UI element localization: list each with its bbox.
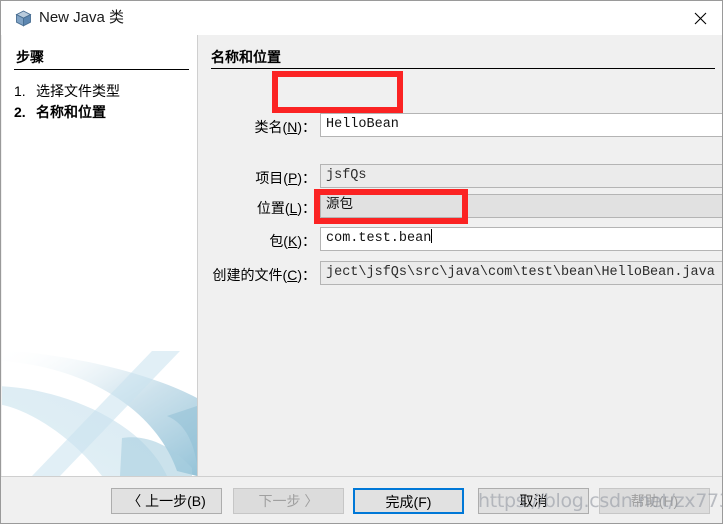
steps-heading-rule — [14, 69, 189, 70]
dialog-footer: 〈 上一步(B) 下一步 〉 完成(F) 取消 帮助(H) — [1, 477, 722, 523]
project-field: jsfQs — [320, 164, 722, 188]
step-label: 选择文件类型 — [36, 83, 120, 99]
back-button[interactable]: 〈 上一步(B) — [111, 488, 222, 514]
sidebar-step-name-and-location: 2. 名称和位置 — [14, 102, 106, 122]
decorative-swoosh-graphic — [2, 350, 197, 476]
project-label-wrap: 项目(P)： — [198, 168, 316, 188]
package-label: 包(K)： — [269, 233, 316, 249]
page-title-rule — [211, 68, 715, 69]
steps-sidebar: 步骤 1. 选择文件类型 2. 名称和位置 — [2, 35, 197, 476]
created-file-field: ject\jsfQs\src\java\com\test\bean\HelloB… — [320, 261, 722, 285]
window-title: New Java 类 — [39, 9, 125, 26]
finish-button[interactable]: 完成(F) — [353, 488, 464, 514]
class-name-label: 类名(N)： — [254, 119, 316, 135]
sidebar-step-choose-file-type: 1. 选择文件类型 — [14, 81, 120, 101]
location-label-wrap: 位置(L)： — [198, 198, 316, 218]
page-title: 名称和位置 — [211, 49, 281, 65]
step-label: 名称和位置 — [36, 104, 106, 120]
location-dropdown[interactable]: 源包 — [320, 194, 722, 218]
created-file-label: 创建的文件(C)： — [212, 267, 316, 283]
text-caret — [431, 229, 433, 243]
created-file-label-wrap: 创建的文件(C)： — [198, 265, 316, 285]
class-name-input[interactable]: HelloBean — [320, 113, 722, 137]
new-java-class-dialog: New Java 类 步骤 1. 选择文件类型 2. 名称和位置 名称和位置 类… — [0, 0, 723, 524]
next-button: 下一步 〉 — [233, 488, 344, 514]
steps-heading: 步骤 — [16, 49, 44, 65]
location-label: 位置(L)： — [256, 200, 316, 216]
project-label: 项目(P)： — [255, 170, 316, 186]
package-combobox[interactable]: com.test.bean — [320, 227, 722, 251]
java-class-cube-icon — [15, 10, 32, 27]
class-name-label-wrap: 类名(N)： — [198, 117, 316, 137]
package-label-wrap: 包(K)： — [198, 231, 316, 251]
help-button: 帮助(H) — [599, 488, 710, 514]
step-number: 2. — [14, 104, 26, 120]
title-bar: New Java 类 — [1, 1, 722, 35]
step-number: 1. — [14, 83, 26, 99]
name-and-location-panel: 名称和位置 类名(N)： HelloBean 项目(P)： jsfQs 位置(L… — [198, 35, 722, 476]
close-icon[interactable] — [678, 1, 722, 34]
cancel-button[interactable]: 取消 — [478, 488, 589, 514]
